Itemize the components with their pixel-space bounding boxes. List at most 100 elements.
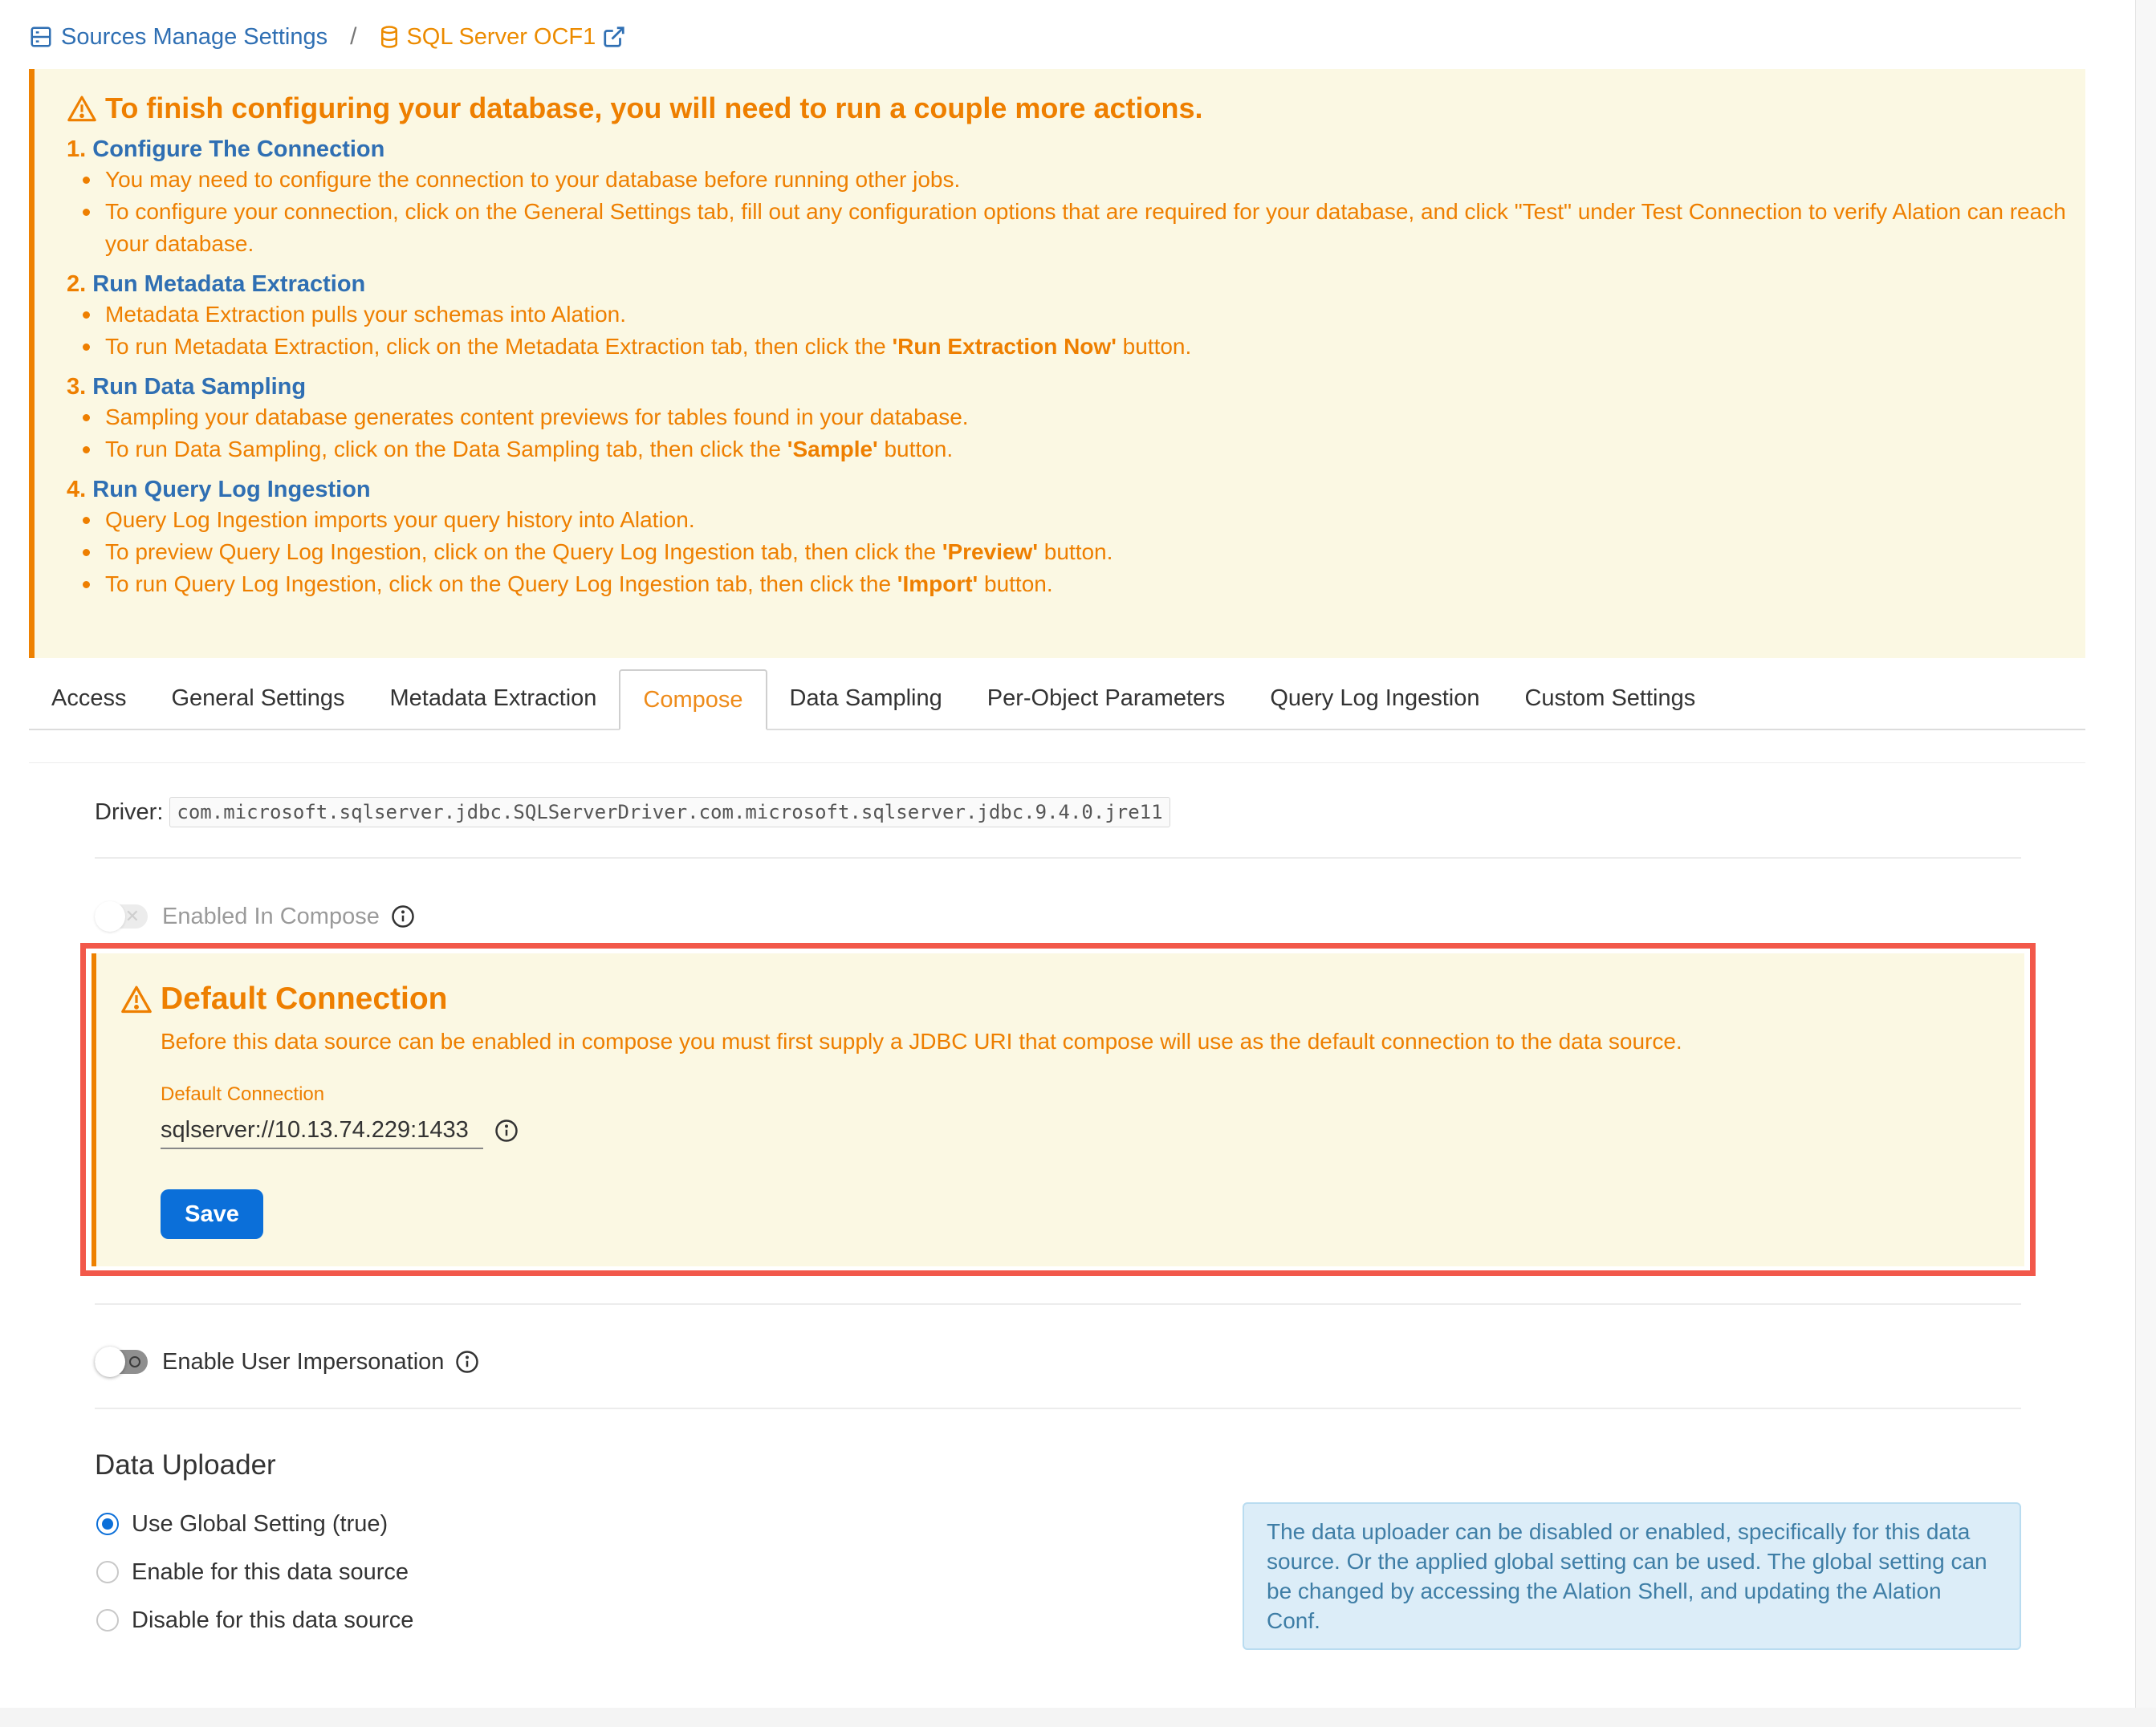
- bullet-text: button.: [1116, 334, 1192, 359]
- info-icon[interactable]: [455, 1350, 479, 1374]
- tab-compose[interactable]: Compose: [619, 669, 767, 730]
- info-icon[interactable]: [391, 904, 415, 929]
- step-title: 4. Run Query Log Ingestion: [67, 475, 2085, 504]
- default-connection-title: Default Connection: [120, 979, 2024, 1019]
- divider: [95, 857, 2021, 859]
- data-uploader-info-box: The data uploader can be disabled or ena…: [1243, 1502, 2021, 1650]
- warning-triangle-icon: [67, 95, 96, 122]
- default-connection-input[interactable]: [161, 1112, 483, 1149]
- step-title-text: Run Metadata Extraction: [92, 271, 366, 297]
- step-bullet: To run Query Log Ingestion, click on the…: [76, 568, 2085, 600]
- step-3: 3. Run Data Sampling Sampling your databa…: [67, 372, 2085, 465]
- step-bullet: To preview Query Log Ingestion, click on…: [76, 536, 2085, 568]
- radio-button[interactable]: [96, 1609, 119, 1632]
- setup-instructions-banner: To finish configuring your database, you…: [29, 69, 2085, 658]
- radio-label: Use Global Setting (true): [132, 1510, 388, 1537]
- settings-tabs: Access General Settings Metadata Extractio…: [29, 669, 2085, 730]
- tab-per-object-parameters[interactable]: Per-Object Parameters: [965, 668, 1248, 729]
- banner-title-text: To finish configuring your database, you…: [105, 91, 1203, 124]
- step-title: 2. Run Metadata Extraction: [67, 270, 2085, 299]
- step-number: 3.: [67, 374, 87, 400]
- step-1: 1. Configure The Connection You may need …: [67, 135, 2085, 260]
- step-title: 1. Configure The Connection: [67, 135, 2085, 164]
- default-connection-panel: Default Connection Before this data sour…: [92, 953, 2024, 1266]
- step-title-text: Run Query Log Ingestion: [92, 477, 371, 502]
- save-button[interactable]: Save: [161, 1189, 263, 1239]
- enabled-in-compose-toggle[interactable]: ✕: [95, 901, 148, 932]
- step-2: 2. Run Metadata Extraction Metadata Extra…: [67, 270, 2085, 363]
- x-icon: ✕: [124, 906, 140, 926]
- bullet-emphasis: 'Run Extraction Now': [892, 334, 1117, 359]
- bullet-text: button.: [877, 437, 954, 461]
- step-title-text: Run Data Sampling: [92, 374, 307, 400]
- tab-general-settings[interactable]: General Settings: [148, 668, 367, 729]
- radio-button[interactable]: [96, 1513, 119, 1535]
- tab-metadata-extraction[interactable]: Metadata Extraction: [368, 668, 620, 729]
- radio-button[interactable]: [96, 1561, 119, 1583]
- bullet-text: button.: [1037, 539, 1113, 564]
- data-uploader-option[interactable]: Disable for this data source: [96, 1603, 413, 1638]
- step-bullet: To run Data Sampling, click on the Data …: [76, 433, 2085, 465]
- breadcrumb-separator: /: [350, 23, 357, 50]
- tab-data-sampling[interactable]: Data Sampling: [767, 668, 965, 729]
- step-bullets: Query Log Ingestion imports your query h…: [76, 504, 2085, 600]
- bullet-text: To run Data Sampling, click on the Data …: [105, 437, 787, 461]
- toggle-knob: [95, 1347, 125, 1377]
- driver-value: com.microsoft.sqlserver.jdbc.SQLServerDr…: [169, 797, 1170, 827]
- info-icon[interactable]: [494, 1119, 519, 1143]
- bullet-emphasis: 'Import': [897, 571, 978, 596]
- driver-row: Driver: com.microsoft.sqlserver.jdbc.SQL…: [95, 794, 1170, 830]
- step-number: 1.: [67, 136, 87, 162]
- step-bullets: You may need to configure the connection…: [76, 164, 2085, 260]
- steps-list: 1. Configure The Connection You may need …: [67, 135, 2085, 600]
- step-bullet: Metadata Extraction pulls your schemas i…: [76, 299, 2085, 331]
- bullet-text: To run Metadata Extraction, click on the…: [105, 334, 893, 359]
- breadcrumb-current-label: SQL Server OCF1: [406, 23, 596, 50]
- toggle-knob: [95, 901, 125, 932]
- scrollbar-track[interactable]: [2135, 0, 2156, 1727]
- divider: [95, 1303, 2021, 1305]
- bullet-text: To preview Query Log Ingestion, click on…: [105, 539, 942, 564]
- external-link-icon[interactable]: [602, 25, 626, 49]
- default-connection-input-row: [161, 1112, 2024, 1149]
- user-impersonation-row: Enable User Impersonation: [95, 1342, 479, 1382]
- bullet-emphasis: 'Sample': [787, 437, 878, 461]
- step-number: 4.: [67, 477, 87, 502]
- step-title-text: Configure The Connection: [92, 136, 385, 162]
- data-uploader-option[interactable]: Enable for this data source: [96, 1554, 409, 1590]
- page-bottom-edge: [0, 1708, 2156, 1727]
- bullet-text: button.: [978, 571, 1053, 596]
- warning-triangle-icon: [121, 985, 152, 1014]
- breadcrumb: Sources Manage Settings / SQL Server OCF…: [29, 19, 626, 55]
- divider: [95, 1408, 2021, 1409]
- step-bullet: To configure your connection, click on t…: [76, 196, 2085, 260]
- default-connection-title-text: Default Connection: [161, 981, 448, 1016]
- step-bullets: Sampling your database generates content…: [76, 401, 2085, 465]
- step-bullets: Metadata Extraction pulls your schemas i…: [76, 299, 2085, 363]
- data-uploader-title: Data Uploader: [95, 1449, 276, 1481]
- driver-label: Driver:: [95, 798, 164, 825]
- breadcrumb-sources-link[interactable]: Sources Manage Settings: [29, 24, 327, 51]
- tab-access[interactable]: Access: [29, 668, 148, 729]
- data-uploader-option[interactable]: Use Global Setting (true): [96, 1506, 388, 1542]
- breadcrumb-parent-label[interactable]: Sources Manage Settings: [61, 24, 327, 51]
- breadcrumb-current: SQL Server OCF1: [379, 24, 626, 51]
- database-icon: [381, 26, 398, 48]
- step-title: 3. Run Data Sampling: [67, 372, 2085, 401]
- enabled-in-compose-label: Enabled In Compose: [162, 903, 380, 929]
- tab-custom-settings[interactable]: Custom Settings: [1502, 668, 1718, 729]
- default-connection-field-label: Default Connection: [161, 1083, 325, 1105]
- step-bullet: Query Log Ingestion imports your query h…: [76, 504, 2085, 536]
- user-impersonation-toggle[interactable]: [95, 1347, 148, 1377]
- bullet-text: To run Query Log Ingestion, click on the…: [105, 571, 897, 596]
- bullet-emphasis: 'Preview': [942, 539, 1038, 564]
- server-icon: [31, 26, 51, 47]
- step-bullet: You may need to configure the connection…: [76, 164, 2085, 196]
- step-bullet: Sampling your database generates content…: [76, 401, 2085, 433]
- user-impersonation-label: Enable User Impersonation: [162, 1348, 445, 1375]
- step-4: 4. Run Query Log Ingestion Query Log Inge…: [67, 475, 2085, 600]
- default-connection-description: Before this data source can be enabled i…: [161, 1029, 1682, 1054]
- tab-query-log-ingestion[interactable]: Query Log Ingestion: [1247, 668, 1502, 729]
- tab-content-divider: [29, 762, 2085, 763]
- banner-title: To finish configuring your database, you…: [67, 90, 2085, 127]
